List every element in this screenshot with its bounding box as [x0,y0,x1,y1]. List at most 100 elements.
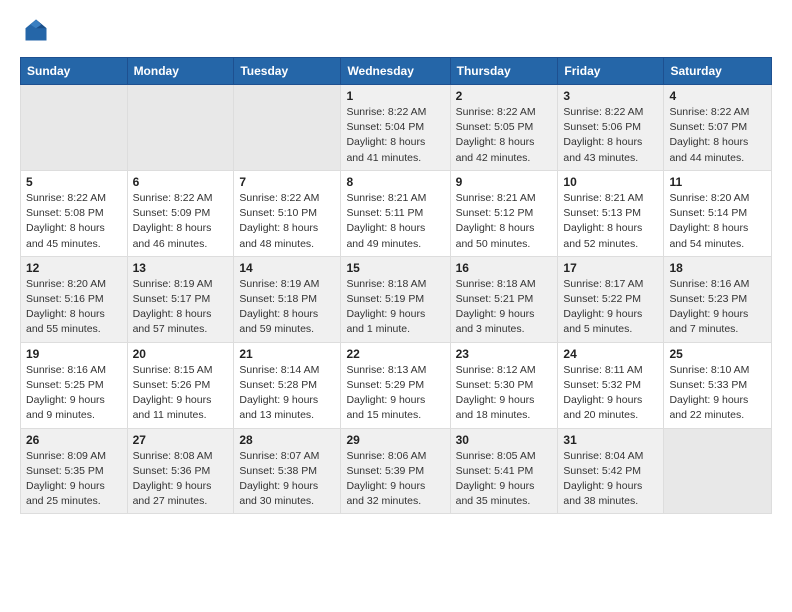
day-info: Sunrise: 8:10 AMSunset: 5:33 PMDaylight:… [669,363,766,424]
day-number: 23 [456,347,553,361]
calendar-cell: 17Sunrise: 8:17 AMSunset: 5:22 PMDayligh… [558,256,664,342]
calendar-cell [664,428,772,514]
day-info: Sunrise: 8:13 AMSunset: 5:29 PMDaylight:… [346,363,444,424]
calendar-cell: 13 Sunrise: 8:19 AMSunset: 5:17 PMDayligh… [127,256,234,342]
calendar-cell: 4 Sunrise: 8:22 AMSunset: 5:07 PMDaylight… [664,85,772,171]
header [20,16,772,49]
calendar-cell: 6 Sunrise: 8:22 AMSunset: 5:09 PMDaylight… [127,170,234,256]
day-info: Sunrise: 8:19 AMSunset: 5:18 PMDaylight:… [239,277,335,338]
calendar-cell: 26 Sunrise: 8:09 AMSunset: 5:35 PMDayligh… [21,428,128,514]
day-info: Sunrise: 8:21 AMSunset: 5:13 PMDaylight:… [563,191,658,252]
calendar-cell: 1 Sunrise: 8:22 AMSunset: 5:04 PMDaylight… [341,85,450,171]
day-number: 28 [239,433,335,447]
weekday-header-monday: Monday [127,58,234,85]
weekday-header-saturday: Saturday [664,58,772,85]
calendar-cell: 2 Sunrise: 8:22 AMSunset: 5:05 PMDaylight… [450,85,558,171]
logo-icon [22,16,50,44]
calendar-cell: 21Sunrise: 8:14 AMSunset: 5:28 PMDayligh… [234,342,341,428]
day-number: 5 [26,175,122,189]
day-info: Sunrise: 8:16 AMSunset: 5:23 PMDaylight:… [669,277,766,338]
calendar-cell: 24 Sunrise: 8:11 AMSunset: 5:32 PMDayligh… [558,342,664,428]
weekday-header-friday: Friday [558,58,664,85]
day-number: 26 [26,433,122,447]
day-info: Sunrise: 8:22 AMSunset: 5:08 PMDaylight:… [26,191,122,252]
day-number: 14 [239,261,335,275]
day-info: Sunrise: 8:18 AMSunset: 5:19 PMDaylight:… [346,277,444,338]
calendar-cell: 9 Sunrise: 8:21 AMSunset: 5:12 PMDaylight… [450,170,558,256]
calendar-cell: 16 Sunrise: 8:18 AMSunset: 5:21 PMDayligh… [450,256,558,342]
calendar-cell: 14 Sunrise: 8:19 AMSunset: 5:18 PMDayligh… [234,256,341,342]
calendar-cell: 11 Sunrise: 8:20 AMSunset: 5:14 PMDayligh… [664,170,772,256]
calendar-table: SundayMondayTuesdayWednesdayThursdayFrid… [20,57,772,514]
weekday-header-wednesday: Wednesday [341,58,450,85]
day-number: 16 [456,261,553,275]
weekday-header-row: SundayMondayTuesdayWednesdayThursdayFrid… [21,58,772,85]
calendar-cell [127,85,234,171]
calendar-cell: 25 Sunrise: 8:10 AMSunset: 5:33 PMDayligh… [664,342,772,428]
week-row-5: 26 Sunrise: 8:09 AMSunset: 5:35 PMDayligh… [21,428,772,514]
day-info: Sunrise: 8:16 AMSunset: 5:25 PMDaylight:… [26,363,122,424]
day-info: Sunrise: 8:21 AMSunset: 5:12 PMDaylight:… [456,191,553,252]
day-info: Sunrise: 8:09 AMSunset: 5:35 PMDaylight:… [26,449,122,510]
day-number: 20 [133,347,229,361]
day-info: Sunrise: 8:12 AMSunset: 5:30 PMDaylight:… [456,363,553,424]
calendar-cell: 28 Sunrise: 8:07 AMSunset: 5:38 PMDayligh… [234,428,341,514]
day-number: 3 [563,89,658,103]
day-info: Sunrise: 8:22 AMSunset: 5:09 PMDaylight:… [133,191,229,252]
week-row-3: 12Sunrise: 8:20 AMSunset: 5:16 PMDayligh… [21,256,772,342]
day-number: 29 [346,433,444,447]
day-info: Sunrise: 8:21 AMSunset: 5:11 PMDaylight:… [346,191,444,252]
day-info: Sunrise: 8:15 AMSunset: 5:26 PMDaylight:… [133,363,229,424]
calendar-cell: 5 Sunrise: 8:22 AMSunset: 5:08 PMDaylight… [21,170,128,256]
day-number: 30 [456,433,553,447]
weekday-header-sunday: Sunday [21,58,128,85]
day-info: Sunrise: 8:22 AMSunset: 5:10 PMDaylight:… [239,191,335,252]
week-row-4: 19 Sunrise: 8:16 AMSunset: 5:25 PMDayligh… [21,342,772,428]
day-info: Sunrise: 8:05 AMSunset: 5:41 PMDaylight:… [456,449,553,510]
day-number: 9 [456,175,553,189]
calendar-page: SundayMondayTuesdayWednesdayThursdayFrid… [0,0,792,612]
day-number: 25 [669,347,766,361]
day-info: Sunrise: 8:19 AMSunset: 5:17 PMDaylight:… [133,277,229,338]
day-number: 2 [456,89,553,103]
day-number: 10 [563,175,658,189]
day-info: Sunrise: 8:20 AMSunset: 5:14 PMDaylight:… [669,191,766,252]
day-number: 4 [669,89,766,103]
day-number: 15 [346,261,444,275]
calendar-cell: 22 Sunrise: 8:13 AMSunset: 5:29 PMDayligh… [341,342,450,428]
day-number: 8 [346,175,444,189]
weekday-header-tuesday: Tuesday [234,58,341,85]
day-info: Sunrise: 8:14 AMSunset: 5:28 PMDaylight:… [239,363,335,424]
calendar-cell: 20 Sunrise: 8:15 AMSunset: 5:26 PMDayligh… [127,342,234,428]
day-info: Sunrise: 8:06 AMSunset: 5:39 PMDaylight:… [346,449,444,510]
day-info: Sunrise: 8:11 AMSunset: 5:32 PMDaylight:… [563,363,658,424]
day-info: Sunrise: 8:22 AMSunset: 5:06 PMDaylight:… [563,105,658,166]
calendar-cell [21,85,128,171]
day-number: 22 [346,347,444,361]
day-info: Sunrise: 8:04 AMSunset: 5:42 PMDaylight:… [563,449,658,510]
calendar-cell: 19 Sunrise: 8:16 AMSunset: 5:25 PMDayligh… [21,342,128,428]
calendar-cell: 12Sunrise: 8:20 AMSunset: 5:16 PMDayligh… [21,256,128,342]
day-number: 11 [669,175,766,189]
calendar-cell: 29 Sunrise: 8:06 AMSunset: 5:39 PMDayligh… [341,428,450,514]
day-number: 1 [346,89,444,103]
logo [20,16,52,49]
calendar-cell: 15 Sunrise: 8:18 AMSunset: 5:19 PMDayligh… [341,256,450,342]
day-info: Sunrise: 8:18 AMSunset: 5:21 PMDaylight:… [456,277,553,338]
calendar-cell: 31Sunrise: 8:04 AMSunset: 5:42 PMDayligh… [558,428,664,514]
day-number: 19 [26,347,122,361]
calendar-cell: 3 Sunrise: 8:22 AMSunset: 5:06 PMDaylight… [558,85,664,171]
day-info: Sunrise: 8:07 AMSunset: 5:38 PMDaylight:… [239,449,335,510]
day-number: 17 [563,261,658,275]
day-info: Sunrise: 8:22 AMSunset: 5:05 PMDaylight:… [456,105,553,166]
calendar-cell: 27Sunrise: 8:08 AMSunset: 5:36 PMDayligh… [127,428,234,514]
day-number: 24 [563,347,658,361]
calendar-cell: 23 Sunrise: 8:12 AMSunset: 5:30 PMDayligh… [450,342,558,428]
day-info: Sunrise: 8:22 AMSunset: 5:04 PMDaylight:… [346,105,444,166]
day-number: 6 [133,175,229,189]
day-info: Sunrise: 8:22 AMSunset: 5:07 PMDaylight:… [669,105,766,166]
calendar-cell: 30 Sunrise: 8:05 AMSunset: 5:41 PMDayligh… [450,428,558,514]
day-number: 13 [133,261,229,275]
day-info: Sunrise: 8:20 AMSunset: 5:16 PMDaylight:… [26,277,122,338]
week-row-2: 5 Sunrise: 8:22 AMSunset: 5:08 PMDaylight… [21,170,772,256]
